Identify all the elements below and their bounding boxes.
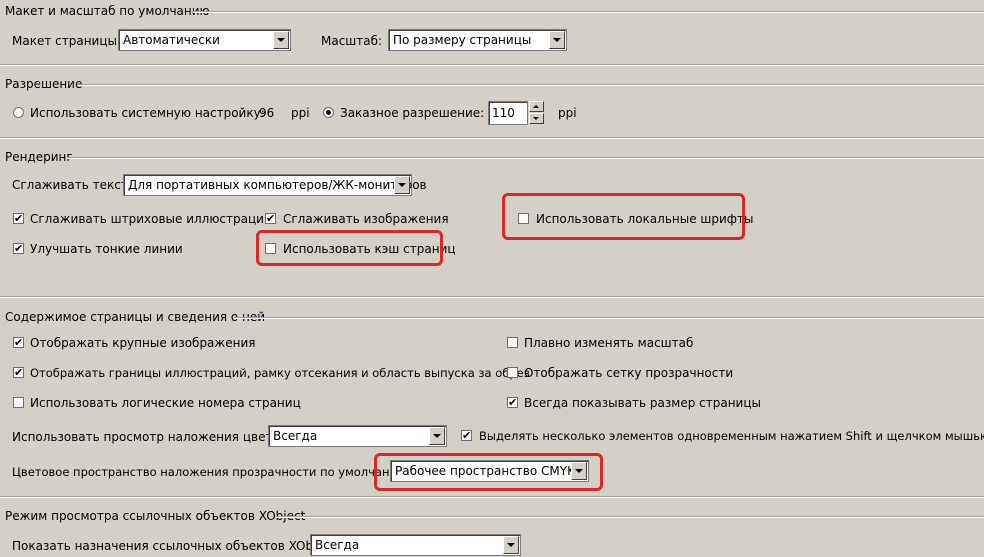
blend-space-label: Цветовое пространство наложения прозрачн… (12, 465, 411, 479)
smooth-text-value: Для портативных компьютеров/ЖК-мониторов (128, 178, 427, 192)
spin-up-icon[interactable] (529, 101, 544, 112)
custom-resolution-label: Заказное разрешение: (340, 106, 485, 120)
system-resolution-radio[interactable] (13, 107, 24, 118)
smooth-images-checkbox[interactable]: ✔ (265, 213, 276, 224)
custom-resolution-input[interactable]: 110 (488, 101, 528, 125)
zoom-value: По размеру страницы (393, 33, 532, 47)
system-resolution-value: 96 (259, 106, 275, 120)
section-title-layout: Макет и масштаб по умолчанию (5, 4, 210, 18)
always-page-size-label: Всегда показывать размер страницы (524, 396, 761, 410)
overprint-label: Использовать просмотр наложения цветов: (12, 430, 291, 444)
shift-click-checkbox[interactable]: ✔ (461, 430, 472, 441)
overprint-value: Всегда (273, 429, 318, 443)
transparency-grid-label: Отображать сетку прозрачности (524, 366, 734, 380)
page-layout-dropdown[interactable]: Автоматически (118, 29, 291, 51)
zoom-label: Масштаб: (321, 34, 383, 48)
smooth-images-label: Сглаживать изображения (283, 212, 449, 226)
large-images-checkbox[interactable]: ✔ (13, 337, 24, 348)
smooth-line-art-label: Сглаживать штриховые иллюстрации (30, 212, 272, 226)
shift-click-label: Выделять несколько элементов одновременн… (479, 429, 984, 443)
chevron-down-icon[interactable] (394, 176, 410, 194)
chevron-down-icon[interactable] (429, 427, 445, 445)
system-resolution-unit: ppi (291, 106, 310, 120)
chevron-down-icon[interactable] (503, 536, 519, 554)
enhance-thin-lines-label: Улучшать тонкие линии (30, 242, 183, 256)
art-trim-bleed-checkbox[interactable]: ✔ (13, 367, 24, 378)
chevron-down-icon[interactable] (549, 31, 565, 49)
highlight-local-fonts (502, 193, 745, 240)
custom-resolution-radio[interactable] (323, 107, 334, 118)
highlight-blend-space (374, 453, 603, 491)
section-top-border-resolution (0, 64, 984, 66)
overprint-dropdown[interactable]: Всегда (268, 425, 447, 447)
section-top-border-rendering (0, 137, 984, 139)
smooth-line-art-checkbox[interactable]: ✔ (13, 213, 24, 224)
section-top-border-xobject (0, 496, 984, 498)
enhance-thin-lines-checkbox[interactable]: ✔ (13, 243, 24, 254)
chevron-down-icon[interactable] (273, 31, 289, 49)
page-layout-label: Макет страницы: (12, 34, 122, 48)
section-divider-layout (193, 11, 984, 13)
section-title-page-content: Содержимое страницы и сведения о ней (5, 310, 266, 324)
spin-down-icon[interactable] (529, 113, 544, 124)
section-divider-rendering (67, 157, 984, 159)
xobject-targets-dropdown[interactable]: Всегда (310, 534, 521, 556)
logical-page-numbers-checkbox[interactable] (13, 397, 24, 408)
xobject-targets-value: Всегда (315, 538, 360, 552)
smooth-zoom-label: Плавно изменять масштаб (524, 336, 694, 350)
art-trim-bleed-label: Отображать границы иллюстраций, рамку от… (30, 366, 530, 380)
section-divider-resolution (78, 84, 984, 86)
section-title-resolution: Разрешение (5, 77, 83, 91)
section-title-xobject: Режим просмотра ссылочных объектов XObje… (5, 509, 306, 523)
section-title-rendering: Рендеринг (5, 150, 73, 164)
smooth-text-dropdown[interactable]: Для портативных компьютеров/ЖК-мониторов (123, 174, 427, 196)
xobject-targets-label: Показать назначения ссылочных объектов X… (12, 539, 340, 553)
large-images-label: Отображать крупные изображения (30, 336, 256, 350)
logical-page-numbers-label: Использовать логические номера страниц (30, 396, 301, 410)
smooth-zoom-checkbox[interactable] (507, 337, 518, 348)
page-layout-value: Автоматически (123, 33, 220, 47)
zoom-dropdown[interactable]: По размеру страницы (388, 29, 567, 51)
section-top-border-page-content (0, 296, 984, 298)
custom-resolution-value: 110 (492, 106, 515, 120)
custom-resolution-unit: ppi (558, 106, 577, 120)
transparency-grid-checkbox[interactable] (507, 367, 518, 378)
system-resolution-label: Использовать системную настройку: (30, 106, 265, 120)
always-page-size-checkbox[interactable]: ✔ (507, 397, 518, 408)
smooth-text-label: Сглаживать текст: (12, 178, 132, 192)
section-divider-page-content (234, 317, 984, 319)
section-divider-xobject (276, 516, 984, 518)
highlight-page-cache (256, 230, 443, 266)
